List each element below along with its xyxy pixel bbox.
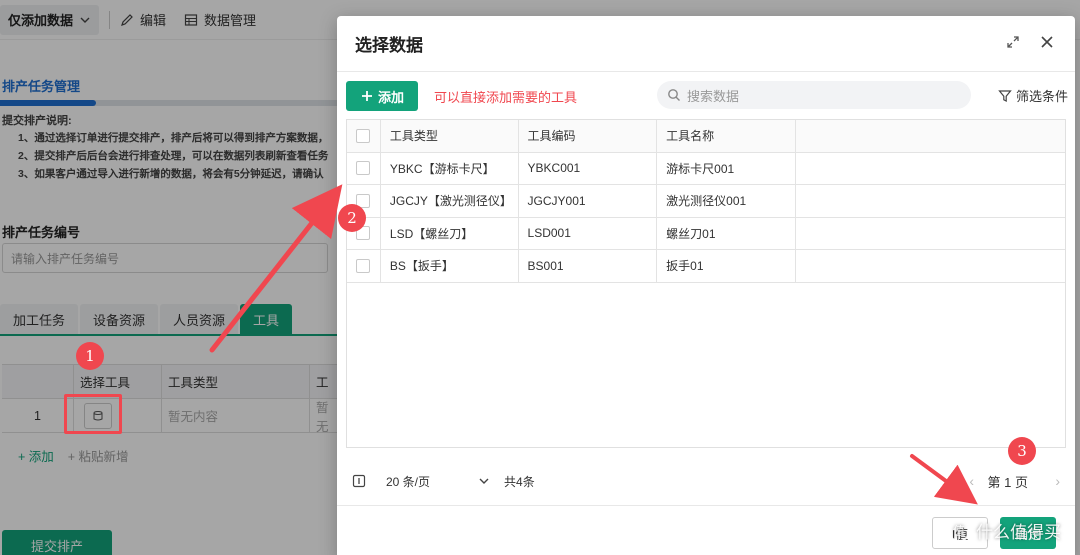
close-icon[interactable] [1039, 34, 1055, 50]
cell-tool-type: LSD【螺丝刀】 [381, 217, 519, 249]
watermark-logo-icon: 值 [948, 519, 970, 542]
modal-toolbar: 添加 可以直接添加需要的工具 搜索数据 筛选条件 [346, 80, 1068, 112]
cell-tool-type: JGCJY【激光测径仪】 [381, 185, 519, 217]
cell-tool-type: YBKC【游标卡尺】 [381, 152, 519, 184]
add-hint-text: 可以直接添加需要的工具 [434, 89, 578, 105]
pagination: 20 条/页 共4条 ‹ 第 1 页 › [352, 470, 1064, 492]
filter-label: 筛选条件 [1015, 89, 1068, 104]
column-header-tool-code[interactable]: 工具编码 [519, 120, 658, 152]
add-button-label: 添加 [378, 89, 405, 105]
cell-empty [796, 153, 1065, 185]
cell-tool-code: YBKC001 [519, 152, 658, 184]
row-checkbox[interactable] [356, 258, 371, 273]
prev-page-button[interactable]: ‹ [969, 473, 974, 489]
watermark-text: 什么值得买 [976, 523, 1061, 542]
next-page-button[interactable]: › [1055, 473, 1060, 489]
column-header-tool-type[interactable]: 工具类型 [381, 120, 519, 152]
info-icon [352, 474, 366, 488]
chevron-down-icon[interactable] [478, 475, 490, 487]
total-count: 共4条 [504, 474, 535, 489]
cell-empty [796, 250, 1065, 282]
column-header-empty [796, 120, 1065, 152]
annotation-badge-1: 1 [76, 342, 104, 370]
search-placeholder: 搜索数据 [687, 88, 740, 104]
plus-icon [362, 91, 372, 101]
table-row[interactable]: YBKC【游标卡尺】 YBKC001 游标卡尺001 [347, 152, 1065, 185]
annotation-badge-2: 2 [338, 204, 366, 232]
filter-button[interactable]: 筛选条件 [998, 86, 1068, 105]
cell-tool-code: BS001 [519, 250, 658, 282]
row-checkbox-cell [347, 250, 381, 282]
filter-icon [998, 89, 1012, 102]
modal-header: 选择数据 [337, 16, 1075, 72]
add-button[interactable]: 添加 [346, 81, 419, 111]
table-header-row: 工具类型 工具编码 工具名称 [347, 120, 1065, 153]
cell-empty [796, 185, 1065, 217]
table-row[interactable]: LSD【螺丝刀】 LSD001 螺丝刀01 [347, 217, 1065, 250]
page-size: 20 条/页 [386, 474, 431, 489]
cell-tool-name: 扳手01 [657, 250, 796, 282]
current-page: 第 1 页 [987, 474, 1028, 490]
cell-tool-name: 激光测径仪001 [657, 185, 796, 217]
row-checkbox-cell [347, 152, 381, 184]
table-row[interactable]: JGCJY【激光测径仪】 JGCJY001 激光测径仪001 [347, 185, 1065, 218]
cell-tool-type: BS【扳手】 [381, 250, 519, 282]
cell-tool-code: LSD001 [519, 217, 658, 249]
cell-tool-name: 游标卡尺001 [657, 152, 796, 184]
table-row[interactable]: BS【扳手】 BS001 扳手01 [347, 250, 1065, 283]
cell-empty [796, 218, 1065, 250]
select-data-modal: 选择数据 添加 可以直接添加需要的工具 搜索数据 筛选条件 工具类型 工具编码 … [337, 16, 1075, 555]
select-all-cell [347, 120, 381, 152]
modal-header-actions [1005, 34, 1055, 50]
cell-tool-name: 螺丝刀01 [657, 217, 796, 249]
watermark: 值 什么值得买 [948, 518, 1061, 543]
annotation-highlight-box [64, 394, 122, 434]
expand-icon[interactable] [1005, 34, 1021, 50]
modal-title: 选择数据 [355, 36, 423, 55]
cell-tool-code: JGCJY001 [519, 185, 658, 217]
row-checkbox[interactable] [356, 161, 371, 176]
data-table: 工具类型 工具编码 工具名称 YBKC【游标卡尺】 YBKC001 游标卡尺00… [346, 119, 1066, 448]
select-all-checkbox[interactable] [356, 128, 371, 143]
column-header-tool-name[interactable]: 工具名称 [657, 120, 796, 152]
annotation-badge-3: 3 [1008, 437, 1036, 465]
search-input[interactable]: 搜索数据 [657, 81, 971, 109]
search-icon [668, 89, 680, 101]
